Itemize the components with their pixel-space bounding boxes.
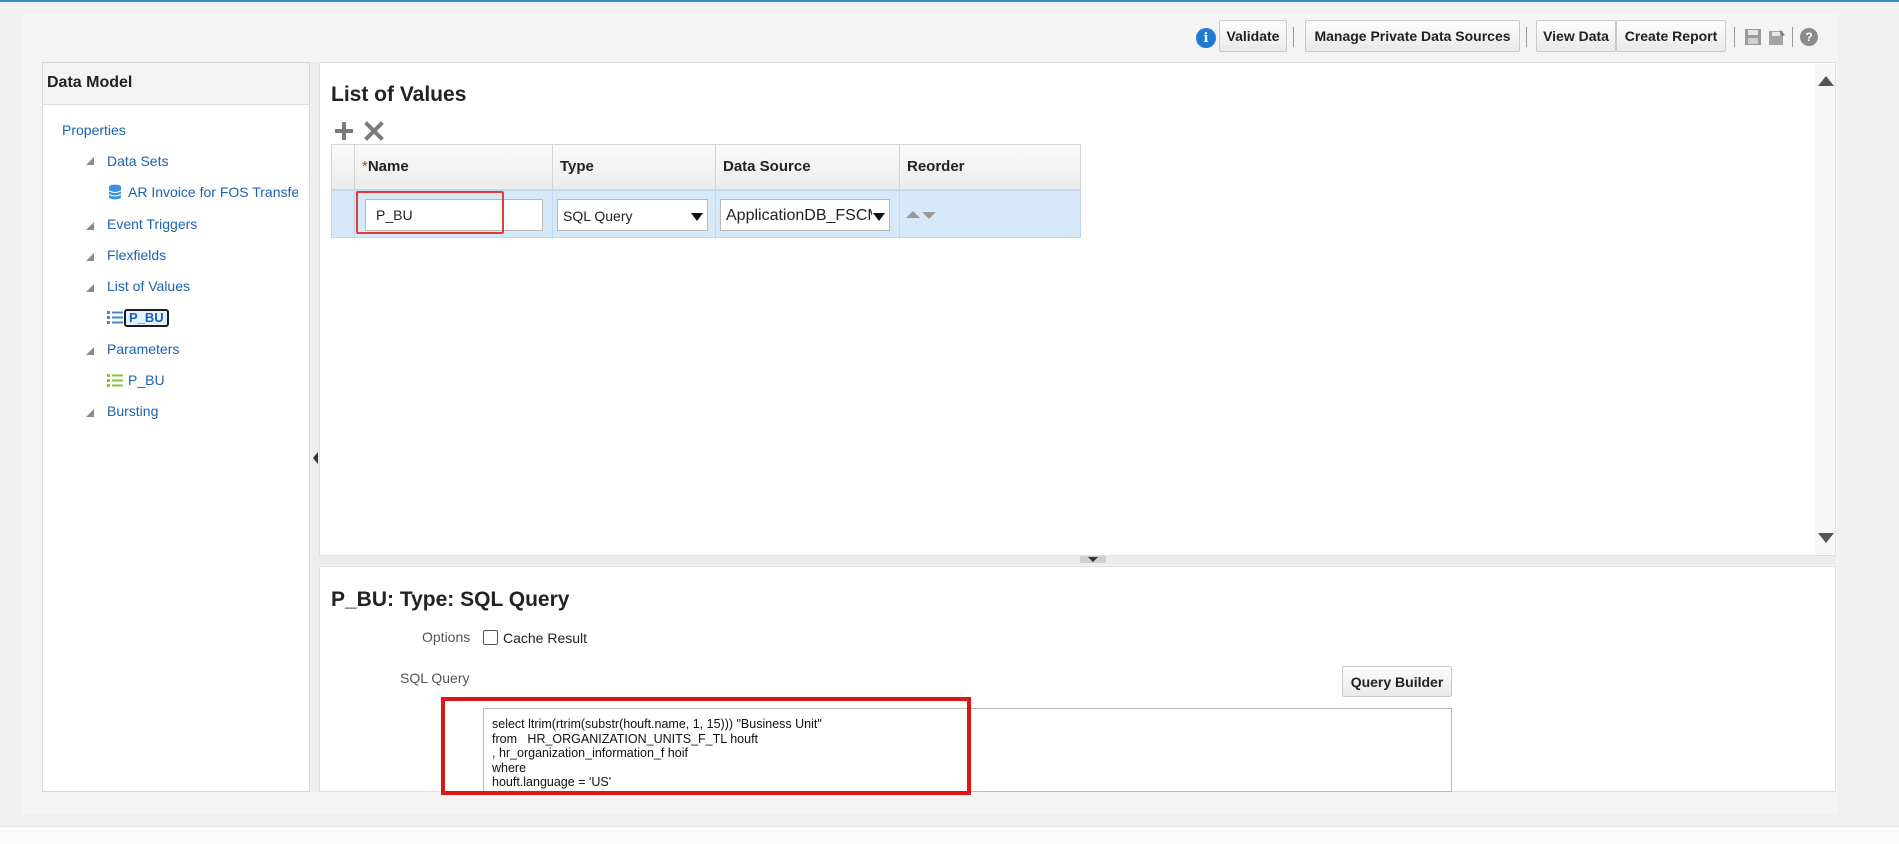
horizontal-splitter[interactable] xyxy=(319,556,1836,565)
data-source-select-value: ApplicationDB_FSCM xyxy=(726,207,872,224)
column-divider xyxy=(899,145,900,191)
tree-flexfields[interactable]: Flexfields xyxy=(107,247,166,263)
column-divider xyxy=(552,145,553,191)
column-header-name[interactable]: *Name xyxy=(362,158,409,175)
column-header-reorder[interactable]: Reorder xyxy=(907,158,965,175)
save-icon[interactable] xyxy=(1744,28,1762,46)
add-icon[interactable] xyxy=(333,120,355,142)
options-label: Options xyxy=(422,629,471,645)
database-icon xyxy=(108,184,122,200)
tree-lov-p-bu[interactable]: P_BU xyxy=(124,309,169,327)
tree-properties[interactable]: Properties xyxy=(62,122,126,138)
tree-list-of-values[interactable]: List of Values xyxy=(107,278,190,294)
manage-private-data-sources-button[interactable]: Manage Private Data Sources xyxy=(1305,20,1520,52)
lov-panel xyxy=(319,62,1836,556)
expand-triangle-icon[interactable] xyxy=(86,284,94,292)
highlight-annotation-sql xyxy=(441,697,971,795)
save-as-icon[interactable] xyxy=(1768,28,1786,46)
tree-data-sets[interactable]: Data Sets xyxy=(107,153,168,169)
expand-triangle-icon[interactable] xyxy=(86,222,94,230)
toolbar-divider xyxy=(1734,27,1735,47)
tree-event-triggers[interactable]: Event Triggers xyxy=(107,216,197,232)
panel-title: Data Model xyxy=(43,63,309,105)
scroll-down-icon[interactable] xyxy=(1818,533,1834,543)
move-up-icon[interactable] xyxy=(906,211,920,218)
collapse-down-icon[interactable] xyxy=(1080,556,1106,563)
tree-parameters[interactable]: Parameters xyxy=(107,341,179,357)
data-model-panel: Data Model xyxy=(42,62,310,792)
column-divider xyxy=(715,191,716,239)
delete-icon[interactable] xyxy=(363,120,385,142)
cache-result-label[interactable]: Cache Result xyxy=(503,630,587,646)
toolbar-divider xyxy=(1526,27,1527,47)
toolbar-divider xyxy=(1293,27,1294,47)
vertical-splitter[interactable] xyxy=(311,62,319,792)
column-divider xyxy=(552,191,553,239)
expand-triangle-icon[interactable] xyxy=(86,253,94,261)
type-select[interactable]: SQL Query xyxy=(557,199,708,231)
toolbar: i Validate Manage Private Data Sources V… xyxy=(22,20,1838,56)
detail-title: P_BU: Type: SQL Query xyxy=(331,588,570,611)
help-icon[interactable]: ? xyxy=(1800,28,1818,46)
column-divider xyxy=(715,145,716,191)
chevron-down-icon xyxy=(691,213,703,221)
column-header-name-label: Name xyxy=(367,158,409,175)
page-footer-band xyxy=(0,826,1899,844)
info-icon[interactable]: i xyxy=(1196,28,1216,48)
sql-query-label: SQL Query xyxy=(400,670,470,686)
column-divider xyxy=(354,191,355,239)
collapse-left-icon[interactable] xyxy=(313,452,318,464)
expand-triangle-icon[interactable] xyxy=(86,157,94,165)
toolbar-divider xyxy=(1792,27,1793,47)
column-header-data-source[interactable]: Data Source xyxy=(723,158,811,175)
cache-result-checkbox[interactable] xyxy=(483,630,498,645)
top-accent-line xyxy=(0,0,1899,2)
data-source-select[interactable]: ApplicationDB_FSCM xyxy=(720,199,890,231)
tree-parameter-p-bu[interactable]: P_BU xyxy=(128,372,165,388)
type-select-value: SQL Query xyxy=(563,208,633,224)
column-header-type[interactable]: Type xyxy=(560,158,594,175)
move-down-icon[interactable] xyxy=(922,212,936,219)
column-divider xyxy=(354,145,355,191)
parameter-icon xyxy=(107,374,123,387)
vertical-scrollbar[interactable] xyxy=(1815,64,1835,554)
list-of-values-icon xyxy=(107,311,123,324)
create-report-button[interactable]: Create Report xyxy=(1616,20,1726,52)
scroll-up-icon[interactable] xyxy=(1818,76,1834,86)
query-builder-button[interactable]: Query Builder xyxy=(1342,666,1452,697)
chevron-down-icon xyxy=(873,213,885,221)
tree-dataset-ar-invoice[interactable]: AR Invoice for FOS Transfer xyxy=(128,184,298,200)
table-header: *Name Type Data Source Reorder xyxy=(331,144,1081,191)
highlight-annotation-name xyxy=(356,191,504,234)
page-title: List of Values xyxy=(331,83,467,106)
validate-button[interactable]: Validate xyxy=(1219,20,1287,52)
expand-triangle-icon[interactable] xyxy=(86,409,94,417)
tree-bursting[interactable]: Bursting xyxy=(107,403,158,419)
column-divider xyxy=(899,191,900,239)
view-data-button[interactable]: View Data xyxy=(1536,20,1616,52)
expand-triangle-icon[interactable] xyxy=(86,347,94,355)
